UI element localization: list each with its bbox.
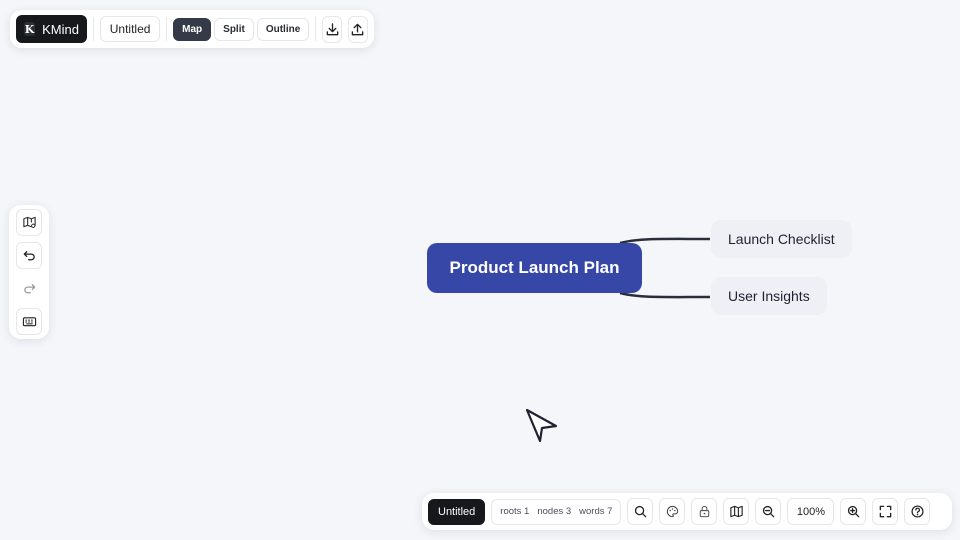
- zoom-out-button[interactable]: [755, 498, 782, 525]
- fullscreen-button[interactable]: [872, 498, 899, 525]
- node-user-insights[interactable]: User Insights: [711, 277, 827, 315]
- zoom-in-button[interactable]: [840, 498, 867, 525]
- search-button[interactable]: [627, 498, 654, 525]
- zoom-in-icon: [847, 505, 860, 518]
- roots-count: roots 1: [500, 506, 530, 517]
- divider: [93, 17, 94, 41]
- theme-palette-icon: [666, 505, 679, 518]
- lock-icon: [699, 505, 710, 518]
- document-title[interactable]: Untitled: [99, 16, 161, 42]
- download-icon: [326, 22, 339, 35]
- connector-user-insights: [619, 291, 711, 299]
- fullscreen-icon: [879, 505, 892, 518]
- minimap-icon: [730, 505, 743, 518]
- undo-button[interactable]: [16, 242, 42, 269]
- download-button[interactable]: [322, 15, 343, 43]
- nodes-count: nodes 3: [537, 506, 572, 517]
- cursor-pointer-icon: [525, 408, 558, 443]
- upload-icon: [351, 23, 364, 35]
- words-count: words 7: [579, 506, 613, 517]
- brand-logo: K: [24, 22, 36, 36]
- view-outline-button[interactable]: Outline: [256, 17, 310, 41]
- view-mode-toggle: Map Split Outline: [173, 17, 310, 41]
- root-node[interactable]: Product Launch Plan: [427, 243, 642, 293]
- document-stats: roots 1 nodes 3 words 7: [491, 498, 622, 525]
- search-icon: [634, 505, 647, 518]
- zoom-out-icon: [762, 505, 775, 518]
- map-settings-icon: [22, 216, 36, 228]
- lock-button[interactable]: [691, 498, 718, 525]
- left-toolbar: [9, 205, 49, 339]
- theme-button[interactable]: [659, 498, 686, 525]
- brand-name: KMind: [42, 21, 79, 37]
- keyboard-icon: [22, 317, 36, 327]
- view-split-button[interactable]: Split: [214, 17, 254, 41]
- document-name-button[interactable]: Untitled: [428, 498, 486, 525]
- help-icon: [911, 505, 924, 518]
- top-toolbar: K KMind Untitled Map Split Outline: [10, 10, 374, 48]
- view-map-button[interactable]: Map: [173, 17, 212, 41]
- undo-icon: [23, 251, 35, 261]
- node-launch-checklist[interactable]: Launch Checklist: [711, 220, 852, 258]
- redo-icon: [23, 284, 35, 294]
- redo-button[interactable]: [16, 275, 42, 302]
- minimap-button[interactable]: [723, 498, 750, 525]
- divider: [166, 17, 168, 41]
- mindmap-canvas[interactable]: Product Launch Plan Launch Checklist Use…: [0, 0, 960, 540]
- zoom-level[interactable]: 100%: [787, 498, 835, 525]
- brand-button[interactable]: K KMind: [16, 15, 87, 43]
- map-settings-button[interactable]: [16, 209, 42, 236]
- help-button[interactable]: [904, 498, 931, 525]
- upload-button[interactable]: [347, 15, 368, 43]
- bottom-toolbar: Untitled roots 1 nodes 3 words 7 100%: [422, 493, 952, 530]
- divider: [315, 17, 317, 41]
- keyboard-shortcuts-button[interactable]: [16, 308, 42, 335]
